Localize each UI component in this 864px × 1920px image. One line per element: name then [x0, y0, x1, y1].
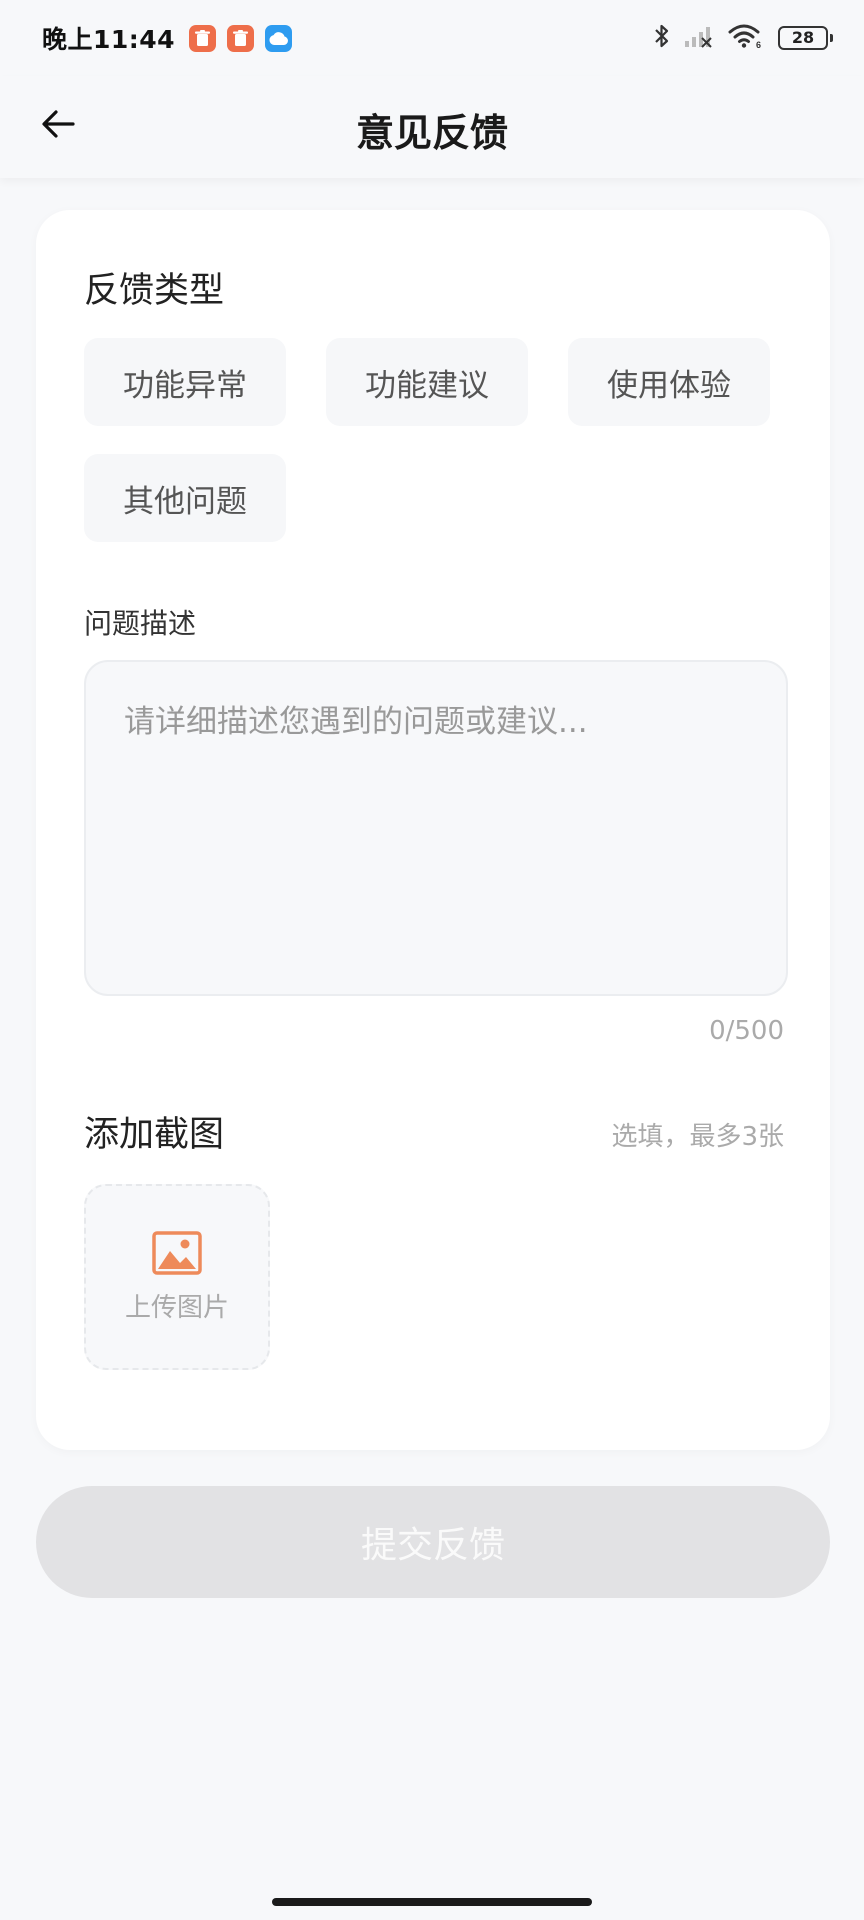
trash-app-icon: [227, 24, 255, 52]
status-bar: 晚上11:44 6 28: [0, 0, 864, 76]
bluetooth-icon: [654, 23, 670, 53]
trash-app-icon: [189, 24, 217, 52]
svg-text:6: 6: [756, 40, 761, 49]
status-time: 晚上11:44: [42, 25, 176, 54]
character-counter: 0/500: [709, 1016, 784, 1046]
app-header: 意见反馈: [0, 76, 864, 178]
upload-image-button[interactable]: 上传图片: [84, 1184, 270, 1370]
feedback-type-option[interactable]: 功能异常: [84, 338, 286, 426]
cloud-app-icon: [265, 24, 293, 52]
add-screenshot-title: 添加截图: [84, 1115, 225, 1155]
description-textarea[interactable]: 请详细描述您遇到的问题或建议...: [84, 660, 788, 996]
feedback-type-title: 反馈类型: [84, 271, 225, 311]
screenshot-hint: 选填，最多3张: [611, 1122, 784, 1152]
submit-feedback-button[interactable]: 提交反馈: [36, 1486, 830, 1598]
wifi-icon: 6: [728, 23, 764, 53]
feedback-type-option[interactable]: 功能建议: [326, 338, 528, 426]
image-icon: [152, 1230, 202, 1275]
notification-icons: [189, 24, 293, 52]
signal-icon: [684, 24, 714, 52]
feedback-type-option[interactable]: 使用体验: [568, 338, 770, 426]
battery-icon: 28: [778, 26, 833, 50]
page-title: 意见反馈: [355, 111, 508, 155]
description-label: 问题描述: [84, 607, 197, 640]
feedback-type-option[interactable]: 其他问题: [84, 454, 286, 542]
feedback-form-card: 反馈类型 功能异常 功能建议 使用体验 其他问题 问题描述 请详细描述您遇到的问…: [36, 210, 830, 1450]
upload-label: 上传图片: [124, 1292, 229, 1323]
home-indicator[interactable]: [272, 1898, 592, 1906]
